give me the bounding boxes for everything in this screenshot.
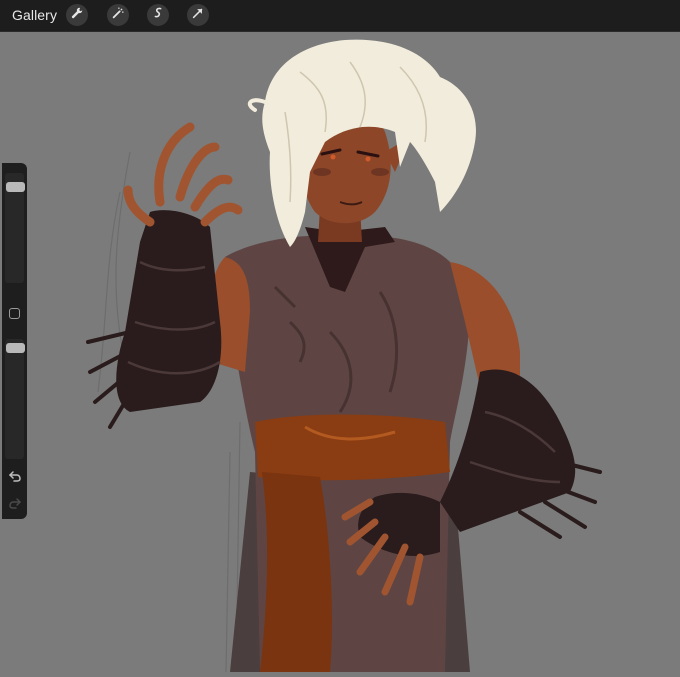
modifier-square-icon[interactable] bbox=[9, 308, 20, 319]
brush-size-handle[interactable] bbox=[6, 182, 25, 192]
left-sidebar bbox=[2, 163, 27, 519]
artwork-illustration bbox=[0, 32, 680, 673]
wrench-icon bbox=[70, 6, 84, 25]
opacity-handle[interactable] bbox=[6, 343, 25, 353]
selection-button[interactable] bbox=[147, 4, 169, 26]
undo-icon[interactable] bbox=[8, 469, 22, 483]
transform-arrow-icon bbox=[191, 6, 205, 25]
redo-icon[interactable] bbox=[8, 496, 22, 510]
drawing-canvas[interactable] bbox=[0, 32, 680, 673]
gallery-button[interactable]: Gallery bbox=[12, 7, 57, 23]
transform-button[interactable] bbox=[187, 4, 209, 26]
adjustments-button[interactable] bbox=[107, 4, 129, 26]
top-toolbar: Gallery bbox=[0, 0, 680, 32]
selection-icon bbox=[151, 6, 165, 25]
actions-button[interactable] bbox=[66, 4, 88, 26]
magic-wand-icon bbox=[111, 6, 125, 25]
opacity-slider[interactable] bbox=[5, 339, 24, 459]
